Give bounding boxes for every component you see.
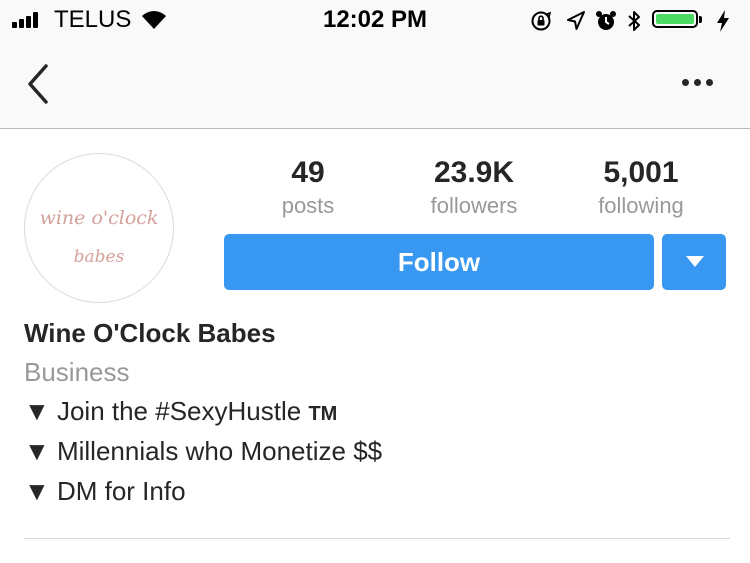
battery-icon: [652, 10, 708, 30]
location-icon: [567, 11, 585, 30]
following-label: following: [598, 193, 684, 218]
stat-followers[interactable]: 23.9K followers: [394, 156, 554, 220]
bio-line: ▼ Millennials who Monetize $$: [24, 436, 383, 466]
profile-name: Wine O'Clock Babes: [24, 318, 276, 348]
nav-bar: [0, 40, 750, 129]
back-button[interactable]: [22, 64, 58, 104]
follow-button[interactable]: Follow: [224, 234, 654, 290]
suggestions-dropdown-button[interactable]: [662, 234, 726, 290]
bluetooth-icon: [628, 11, 640, 31]
status-icons: [530, 6, 740, 34]
stat-posts: 49 posts: [228, 156, 388, 220]
trademark-symbol: TM: [308, 403, 338, 425]
svg-text:babes: babes: [74, 247, 125, 267]
divider: [24, 538, 730, 539]
charging-icon: [717, 10, 729, 32]
profile-category: Business: [24, 357, 130, 387]
bio-line: ▼ Join the #SexyHustle TM: [24, 396, 337, 427]
battery-level: [656, 14, 694, 24]
alarm-icon: [596, 11, 616, 30]
svg-text:wine o'clock: wine o'clock: [40, 207, 159, 229]
orientation-lock-icon: [531, 11, 552, 31]
avatar[interactable]: wine o'clock babes: [24, 153, 174, 303]
following-count: 5,001: [603, 156, 679, 189]
chevron-left-icon: [28, 64, 48, 104]
caret-down-icon: [686, 256, 704, 267]
avatar-logo: wine o'clock babes: [40, 207, 159, 267]
posts-label: posts: [281, 193, 335, 218]
bio-text: ▼ Join the #SexyHustle: [24, 396, 309, 426]
more-options-button[interactable]: [678, 72, 718, 92]
posts-count: 49: [291, 156, 325, 189]
followers-label: followers: [430, 193, 518, 218]
status-bar: TELUS 12:02 PM: [0, 0, 750, 40]
followers-count: 23.9K: [433, 156, 515, 189]
bio-line: ▼ DM for Info: [24, 476, 186, 506]
stat-following[interactable]: 5,001 following: [561, 156, 721, 220]
